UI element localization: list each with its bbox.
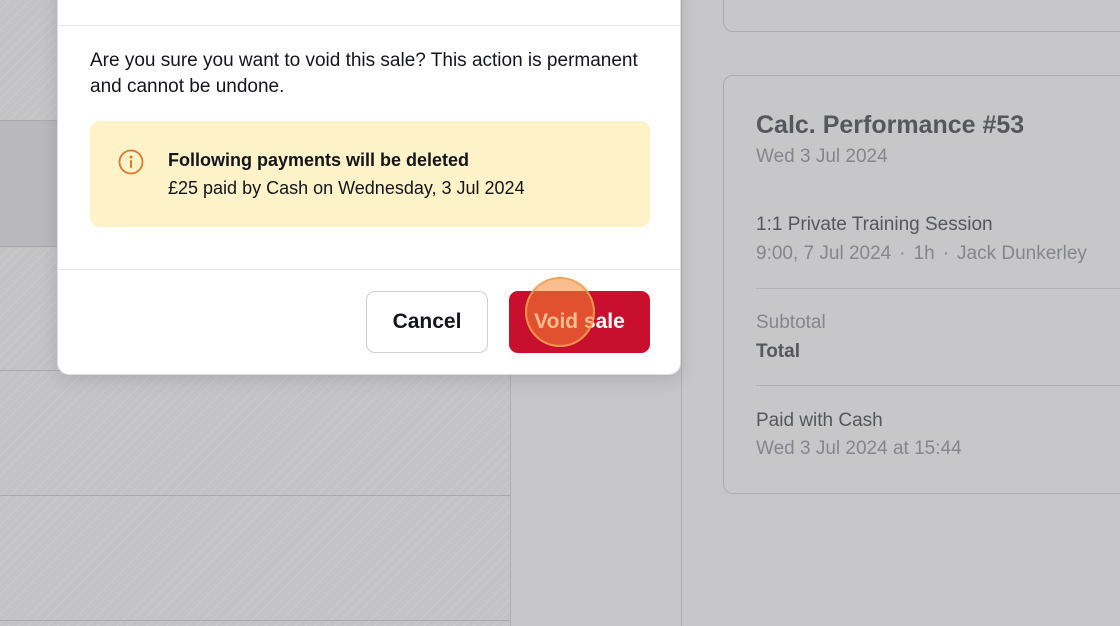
background-divider [0,620,510,621]
void-sale-dialog: Are you sure you want to void this sale?… [57,0,681,375]
payment-warning-box: Following payments will be deleted £25 p… [90,121,650,227]
summary-divider [756,288,1120,289]
background-card-partial [723,0,1120,32]
line-item-name: 1:1 Private Training Session [756,214,993,235]
sale-summary-card: Calc. Performance #53 Wed 3 Jul 2024 1:1… [723,75,1120,494]
warning-detail: £25 paid by Cash on Wednesday, 3 Jul 202… [168,178,525,198]
dialog-footer-divider [58,269,680,270]
line-item-duration: 1h [913,243,935,264]
background-divider [0,495,510,496]
dialog-header-divider [58,25,680,26]
info-icon [118,149,144,175]
sale-title: Calc. Performance #53 [756,111,1025,139]
separator-dot: · [899,243,906,264]
void-sale-button[interactable]: Void sale [509,291,650,353]
warning-title: Following payments will be deleted [168,150,470,170]
cancel-button[interactable]: Cancel [366,291,488,353]
payment-method: Paid with Cash [756,410,883,431]
payment-timestamp: Wed 3 Jul 2024 at 15:44 [756,438,962,459]
total-label: Total [756,341,800,362]
subtotal-label: Subtotal [756,312,826,333]
line-item-staff: Jack Dunkerley [957,243,1087,264]
separator-dot: · [942,243,950,264]
line-item-meta: 9:00, 7 Jul 2024 · 1h · Jack Dunkerley [756,243,1087,265]
dialog-message: Are you sure you want to void this sale?… [90,50,638,97]
line-item-time: 9:00, 7 Jul 2024 [756,243,892,264]
summary-divider [756,385,1120,386]
sale-date: Wed 3 Jul 2024 [756,146,888,167]
